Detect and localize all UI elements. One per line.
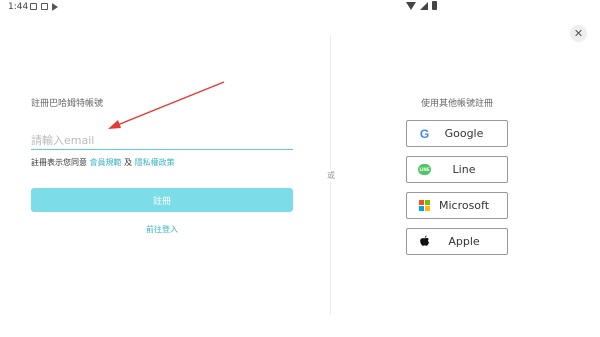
email-input[interactable]: [31, 131, 293, 150]
line-signup-button[interactable]: LINE Line: [406, 156, 508, 183]
microsoft-icon: [418, 199, 431, 212]
annotation-arrow: [108, 81, 225, 129]
status-bar: 1:44: [0, 0, 600, 14]
close-button[interactable]: ✕: [570, 25, 587, 42]
line-icon: LINE: [418, 163, 431, 176]
status-time: 1:44: [8, 2, 29, 12]
apple-signup-button[interactable]: Apple: [406, 228, 508, 255]
wifi-icon: [406, 1, 416, 10]
status-notification-icons: [30, 3, 58, 11]
register-button[interactable]: 註冊: [31, 188, 293, 212]
or-separator: 或: [324, 170, 338, 181]
apple-icon: [418, 235, 431, 248]
terms-and: 及: [124, 158, 133, 167]
privacy-policy-link[interactable]: 隱私權政策: [135, 158, 175, 167]
cellular-icon: [420, 1, 428, 10]
app-notification-icon: [41, 3, 48, 10]
play-notification-icon: [52, 3, 58, 11]
social-signup-heading: 使用其他帳號註冊: [420, 99, 493, 109]
image-notification-icon: [30, 3, 37, 10]
google-signup-button[interactable]: G Google: [406, 120, 508, 147]
terms-prefix: 註冊表示您同意: [31, 158, 87, 167]
google-icon: G: [419, 126, 430, 141]
signup-heading: 註冊巴哈姆特帳號: [31, 99, 104, 109]
terms-notice: 註冊表示您同意 會員規範 及 隱私權政策: [31, 157, 175, 168]
close-icon: ✕: [573, 27, 584, 40]
battery-icon: [432, 1, 437, 10]
goto-login-link[interactable]: 前往登入: [31, 224, 293, 235]
microsoft-signup-button[interactable]: Microsoft: [406, 192, 508, 219]
status-system-icons: [406, 1, 508, 10]
member-rules-link[interactable]: 會員規範: [90, 158, 122, 167]
